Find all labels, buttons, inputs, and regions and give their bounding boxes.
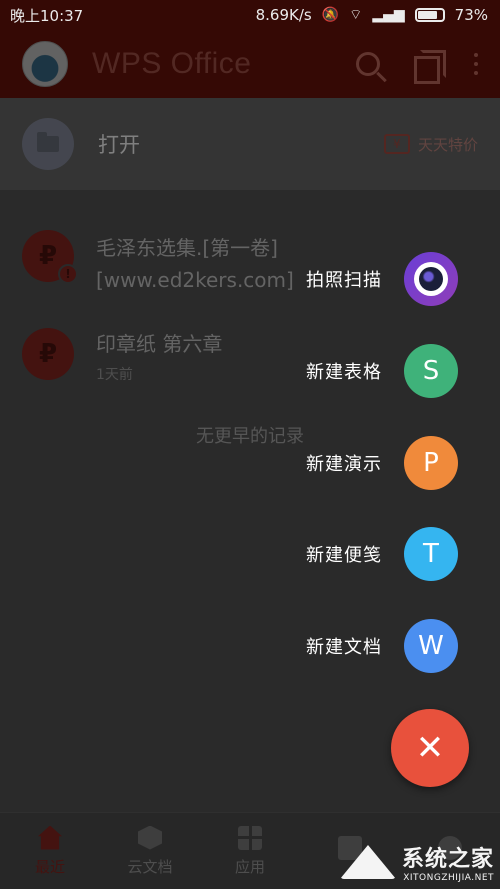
watermark-title: 系统之家: [401, 847, 494, 872]
presentation-icon[interactable]: P: [404, 436, 458, 490]
watermark-text: 系统之家 XITONGZHIJIA.NET: [402, 841, 494, 883]
spreadsheet-icon[interactable]: S: [404, 344, 458, 398]
fab-menu: 拍照扫描 新建表格 S 新建演示 P 新建便笺 T 新建文档 W ✕: [0, 0, 500, 889]
fab-item-new-note[interactable]: 新建便笺 T: [306, 527, 458, 581]
close-icon[interactable]: ✕: [391, 709, 469, 787]
watermark-subtitle: XITONGZHIJIA.NET: [403, 873, 494, 883]
watermark-logo-icon: [339, 845, 396, 879]
fab-label: 新建表格: [306, 362, 382, 383]
note-icon[interactable]: T: [404, 527, 458, 581]
fab-label: 拍照扫描: [306, 270, 382, 291]
fab-item-new-sheet[interactable]: 新建表格 S: [306, 344, 458, 398]
fab-label: 新建文档: [306, 637, 382, 658]
camera-icon[interactable]: [404, 252, 458, 306]
watermark: 系统之家 XITONGZHIJIA.NET: [339, 841, 494, 883]
document-icon[interactable]: W: [404, 619, 458, 673]
fab-item-new-presentation[interactable]: 新建演示 P: [306, 436, 458, 490]
fab-item-scan[interactable]: 拍照扫描: [306, 252, 458, 306]
fab-item-new-document[interactable]: 新建文档 W: [306, 619, 458, 673]
fab-label: 新建便笺: [306, 545, 382, 566]
fab-label: 新建演示: [306, 454, 382, 475]
